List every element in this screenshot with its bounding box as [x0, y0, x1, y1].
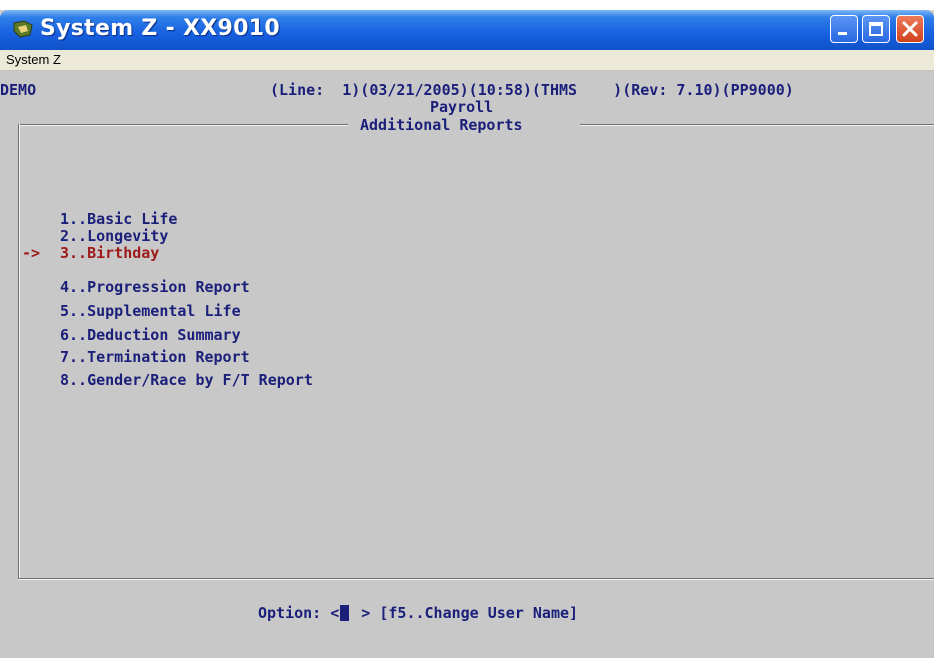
module-name: Payroll [430, 98, 494, 116]
selection-arrow: -> [22, 244, 41, 262]
app-icon [13, 20, 33, 38]
menu-option-longevity[interactable]: 2..Longevity [60, 227, 168, 245]
option-input[interactable] [340, 605, 350, 621]
option-prompt-label: Option: < [258, 604, 340, 622]
minimize-icon [838, 32, 847, 35]
maximize-icon [869, 22, 883, 36]
company-code: DEMO [0, 81, 37, 99]
frame-top-right [580, 124, 934, 126]
close-icon [902, 21, 918, 37]
menu-option-progression-report[interactable]: 4..Progression Report [60, 278, 250, 296]
menu-option-basic-life[interactable]: 1..Basic Life [60, 210, 177, 228]
menu-item-system-z[interactable]: System Z [6, 52, 61, 67]
menu-option-deduction-summary[interactable]: 6..Deduction Summary [60, 326, 241, 344]
option-prompt-close: > [352, 604, 371, 622]
page-title: Additional Reports [360, 116, 523, 134]
close-button[interactable] [896, 15, 924, 43]
frame-left-edge [18, 124, 20, 578]
frame-bottom [18, 578, 934, 580]
window-title: System Z - XX9010 [40, 16, 280, 41]
menu-option-gender-race-report[interactable]: 8..Gender/Race by F/T Report [60, 371, 313, 389]
menu-option-termination-report[interactable]: 7..Termination Report [60, 348, 250, 366]
frame-top-left [18, 124, 348, 126]
f5-change-user-hint[interactable]: [f5..Change User Name] [379, 604, 578, 622]
application-window: System Z - XX9010 System Z DEMO (Line: 1… [0, 10, 934, 658]
menu-option-birthday[interactable]: 3..Birthday [60, 244, 159, 262]
menu-option-supplemental-life[interactable]: 5..Supplemental Life [60, 302, 241, 320]
menu-bar: System Z [0, 50, 934, 71]
title-bar[interactable]: System Z - XX9010 [0, 10, 934, 50]
status-line: (Line: 1)(03/21/2005)(10:58)(THMS )(Rev:… [270, 81, 794, 99]
minimize-button[interactable] [830, 15, 858, 43]
terminal-screen[interactable]: DEMO (Line: 1)(03/21/2005)(10:58)(THMS )… [0, 71, 934, 658]
maximize-button[interactable] [862, 15, 890, 43]
option-prompt: Option: < > [f5..Change User Name] [258, 604, 578, 622]
